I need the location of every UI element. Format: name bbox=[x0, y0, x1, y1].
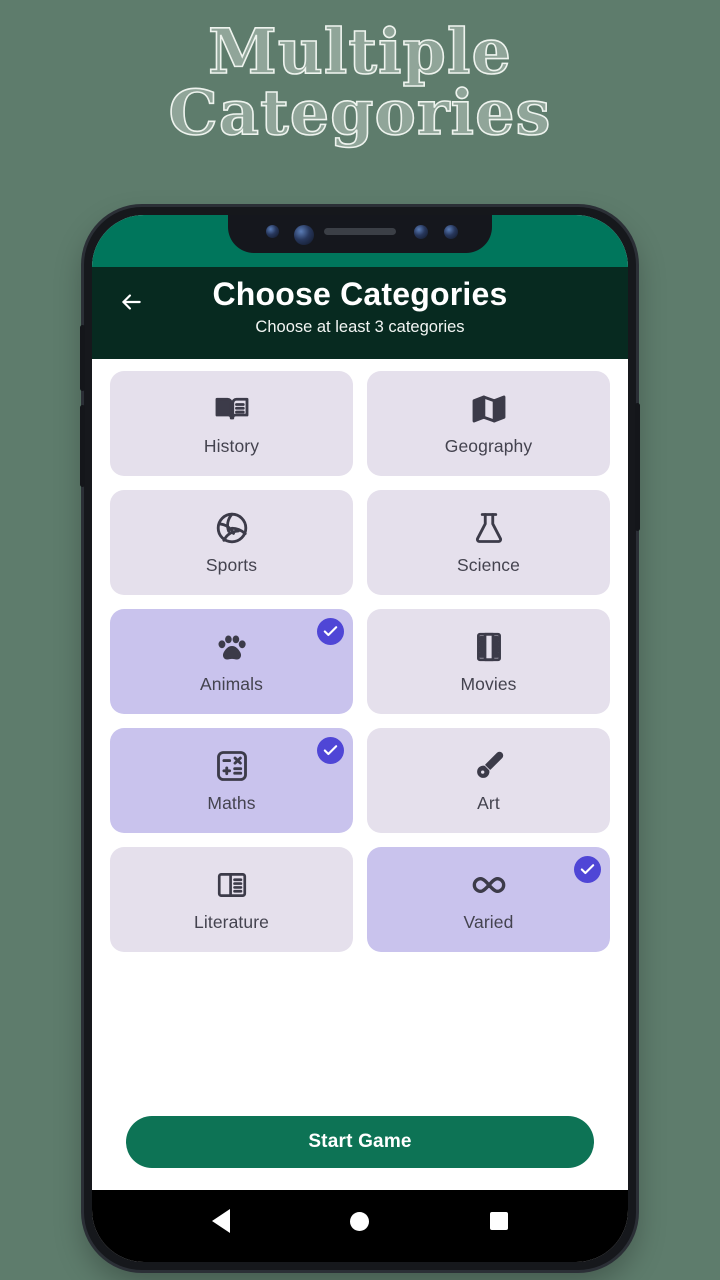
nav-back-icon bbox=[212, 1209, 231, 1233]
category-label: Sports bbox=[205, 555, 258, 576]
open-book-icon bbox=[212, 389, 252, 429]
map-icon bbox=[469, 389, 509, 429]
back-button[interactable] bbox=[112, 283, 150, 321]
paw-icon bbox=[212, 627, 252, 667]
promo-headline: Multiple Categories bbox=[0, 15, 720, 149]
selected-check-badge bbox=[317, 736, 344, 764]
sensor-lens-secondary-icon bbox=[444, 225, 458, 239]
nav-recents-icon bbox=[489, 1212, 508, 1230]
camera-lens-large-icon bbox=[294, 225, 314, 245]
status-bar bbox=[92, 215, 628, 267]
page-title: Choose Categories bbox=[212, 276, 508, 312]
selected-check-badge bbox=[574, 855, 601, 883]
category-card-sports[interactable]: Sports bbox=[110, 489, 353, 595]
cta-area: Start Game bbox=[110, 1116, 610, 1190]
category-card-movies[interactable]: Movies bbox=[367, 608, 610, 714]
category-card-history[interactable]: History bbox=[110, 370, 353, 476]
nav-home-icon bbox=[350, 1211, 370, 1231]
flask-icon bbox=[469, 508, 509, 548]
sensor-lens-icon bbox=[414, 225, 428, 239]
app-bar: Choose Categories Choose at least 3 cate… bbox=[92, 267, 628, 359]
category-card-art[interactable]: Art bbox=[367, 727, 610, 833]
category-grid: History Geography Sports Science Animals… bbox=[110, 370, 610, 952]
arrow-left-icon bbox=[118, 289, 144, 315]
content-sheet: History Geography Sports Science Animals… bbox=[92, 352, 628, 1190]
category-card-geography[interactable]: Geography bbox=[367, 370, 610, 476]
phone-bezel: Choose Categories Choose at least 3 cate… bbox=[92, 215, 628, 1262]
category-card-maths[interactable]: Maths bbox=[110, 727, 353, 833]
start-game-button[interactable]: Start Game bbox=[126, 1116, 594, 1168]
category-card-literature[interactable]: Literature bbox=[110, 846, 353, 952]
volume-up-button[interactable] bbox=[80, 325, 85, 391]
speaker-grille-icon bbox=[324, 228, 396, 235]
selected-check-badge bbox=[317, 617, 344, 645]
android-nav-bar bbox=[92, 1190, 628, 1262]
category-label: Varied bbox=[463, 912, 514, 933]
category-label: Animals bbox=[200, 674, 263, 695]
category-label: Maths bbox=[207, 793, 256, 814]
category-card-varied[interactable]: Varied bbox=[367, 846, 610, 952]
page-subtitle: Choose at least 3 categories bbox=[255, 317, 465, 336]
phone-notch bbox=[228, 215, 492, 253]
phone-mockup: Choose Categories Choose at least 3 cate… bbox=[80, 207, 640, 1270]
film-strip-icon bbox=[469, 627, 509, 667]
calculator-icon bbox=[212, 746, 252, 786]
category-card-science[interactable]: Science bbox=[367, 489, 610, 595]
phone-screen: Choose Categories Choose at least 3 cate… bbox=[92, 215, 628, 1262]
promo-headline-line-1: Multiple bbox=[207, 15, 512, 88]
article-icon bbox=[212, 865, 252, 905]
camera-lens-icon bbox=[266, 225, 279, 238]
category-card-animals[interactable]: Animals bbox=[110, 608, 353, 714]
category-label: History bbox=[203, 436, 260, 457]
nav-recents-button[interactable] bbox=[479, 1201, 519, 1241]
power-button[interactable] bbox=[635, 403, 640, 531]
nav-back-button[interactable] bbox=[201, 1201, 241, 1241]
category-label: Art bbox=[477, 793, 500, 814]
category-label: Movies bbox=[460, 674, 517, 695]
category-label: Geography bbox=[444, 436, 533, 457]
category-label: Science bbox=[457, 555, 520, 576]
infinity-icon bbox=[469, 865, 509, 905]
paintbrush-icon bbox=[469, 746, 509, 786]
category-label: Literature bbox=[194, 912, 269, 933]
promo-headline-line-2: Categories bbox=[168, 75, 552, 149]
volleyball-icon bbox=[212, 508, 252, 548]
volume-down-button[interactable] bbox=[80, 405, 85, 487]
nav-home-button[interactable] bbox=[340, 1201, 380, 1241]
